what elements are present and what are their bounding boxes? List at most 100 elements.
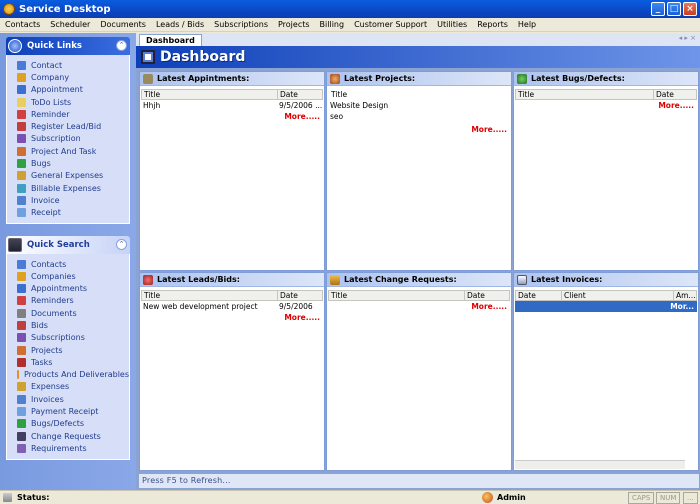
main-area: Dashboard ◂ ▸ × Dashboard Latest Appintm… [136,33,700,490]
menu-billing[interactable]: Billing [315,20,350,29]
window-title: Service Desktop [19,3,111,15]
quick-search-item-expenses[interactable]: Expenses [17,381,129,393]
collapse-icon[interactable]: ⌃ [116,40,127,51]
menu-projects[interactable]: Projects [273,20,315,29]
company-icon [17,72,26,82]
projects-panel: Latest Projects: Title Website Design se… [326,71,512,271]
contact-icon [17,60,26,70]
quick-search-item-documents[interactable]: Documents [17,307,129,319]
tab-dashboard[interactable]: Dashboard [139,34,202,46]
quick-search-item-payment-receipt[interactable]: Payment Receipt [17,405,129,417]
menu-help[interactable]: Help [513,20,541,29]
more-link[interactable]: More..... [327,124,511,135]
quick-links-header[interactable]: Quick Links ⌃ [6,37,130,55]
maximize-button[interactable]: □ [667,2,681,16]
quick-link-item-label: Subscription [31,134,81,144]
quick-search-item-label: Requirements [31,443,87,453]
project-icon [330,73,340,84]
table-row[interactable]: Hhjh 9/5/2006 ... [141,100,323,111]
column-header-date[interactable]: Date [465,291,509,300]
collapse-icon[interactable]: ⌃ [116,238,127,250]
cell-title: Website Design [330,101,389,110]
more-link[interactable]: Mor... [515,301,697,312]
horizontal-scrollbar[interactable] [515,460,685,469]
menu-utilities[interactable]: Utilities [432,20,472,29]
invoices-search-icon [17,394,26,404]
quick-link-item-invoice[interactable]: Invoice [17,194,129,206]
quick-search-item-tasks[interactable]: Tasks [17,356,129,368]
lead-icon [17,122,26,132]
column-header-title[interactable]: Title [142,291,278,300]
menu-bar: Contacts Scheduler Documents Leads / Bid… [0,18,700,32]
quick-link-item-reminder[interactable]: Reminder [17,108,129,120]
left-sidebar: Quick Links ⌃ Contact Company Appointment T… [0,33,136,490]
column-header-title[interactable]: Title [329,291,465,300]
menu-scheduler[interactable]: Scheduler [45,20,95,29]
quick-link-item-receipt[interactable]: Receipt [17,207,129,219]
quick-search-item-label: Products And Deliverables [23,370,129,380]
appointment-icon [17,85,26,95]
quick-search-header[interactable]: Quick Search ⌃ [6,235,130,254]
more-link[interactable]: More..... [140,111,324,122]
table-row[interactable]: Mor... [515,301,697,312]
menu-contacts[interactable]: Contacts [0,20,45,29]
quick-link-item-billable-expenses[interactable]: Billable Expenses [17,182,129,194]
quick-link-item-register-lead-bid[interactable]: Register Lead/Bid [17,120,129,132]
quick-link-item-contact[interactable]: Contact [17,59,129,71]
quick-link-item-todo-lists[interactable]: ToDo Lists [17,96,129,108]
menu-documents[interactable]: Documents [95,20,151,29]
quick-link-item-general-expenses[interactable]: General Expenses [17,170,129,182]
menu-leads-bids[interactable]: Leads / Bids [151,20,209,29]
column-header-client[interactable]: Client [562,291,674,300]
quick-search-item-label: Contacts [31,259,67,269]
quick-link-item-appointment[interactable]: Appointment [17,84,129,96]
bug-icon [517,73,527,84]
close-button[interactable]: × [683,2,697,16]
subscription-icon [17,134,26,144]
column-header-title[interactable]: Title [142,90,278,99]
more-link[interactable]: More..... [140,312,324,323]
quick-search-item-bugs-defects[interactable]: Bugs/Defects [17,418,129,430]
quick-search-item-companies[interactable]: Companies [17,270,129,282]
menu-reports[interactable]: Reports [472,20,513,29]
leads-panel: Latest Leads/Bids: Title Date New web dev… [139,272,325,471]
quick-link-item-subscription[interactable]: Subscription [17,133,129,145]
quick-search-item-label: Projects [31,345,63,355]
quick-link-item-label: Bugs [31,159,51,169]
table-row[interactable]: New web development project 9/5/2006 [141,301,323,312]
status-icon [3,493,12,502]
column-header-amount[interactable]: Am... [674,291,696,300]
column-header-date[interactable]: Date [278,90,322,99]
dashboard-icon [141,50,155,64]
quick-link-item-bugs[interactable]: Bugs [17,157,129,169]
quick-search-item-change-requests[interactable]: Change Requests [17,430,129,442]
column-header-date[interactable]: Date [654,90,696,99]
quick-search-item-appointments[interactable]: Appointments [17,282,129,294]
list-item[interactable]: seo [328,111,510,122]
quick-link-item-label: Receipt [31,208,61,218]
column-header-date[interactable]: Date [278,291,322,300]
column-header-date[interactable]: Date [516,291,562,300]
quick-search-item-projects[interactable]: Projects [17,344,129,356]
list-item[interactable]: Website Design [328,100,510,111]
quick-search-item-bids[interactable]: Bids [17,319,129,331]
column-header-title[interactable]: Title [329,90,509,99]
quick-search-item-reminders[interactable]: Reminders [17,295,129,307]
menu-subscriptions[interactable]: Subscriptions [209,20,273,29]
quick-link-item-project-and-task[interactable]: Project And Task [17,145,129,157]
column-header-title[interactable]: Title [516,90,654,99]
quick-search-item-subscriptions[interactable]: Subscriptions [17,332,129,344]
quick-search-list: Contacts Companies Appointments Reminders Do… [6,253,130,460]
tab-nav-controls[interactable]: ◂ ▸ × [679,34,696,42]
quick-search-item-products-and-deliverables[interactable]: Products And Deliverables [17,369,129,381]
minimize-button[interactable]: _ [651,2,665,16]
more-link[interactable]: More..... [514,100,698,111]
quick-search-item-contacts[interactable]: Contacts [17,258,129,270]
quick-search-item-requirements[interactable]: Requirements [17,442,129,454]
more-link[interactable]: More..... [327,301,511,312]
bugs-panel: Latest Bugs/Defects: Title Date More..... [513,71,699,271]
quick-link-item-company[interactable]: Company [17,71,129,83]
quick-search-item-invoices[interactable]: Invoices [17,393,129,405]
menu-customer-support[interactable]: Customer Support [349,20,432,29]
invoices-title: Latest Invoices: [531,275,603,284]
